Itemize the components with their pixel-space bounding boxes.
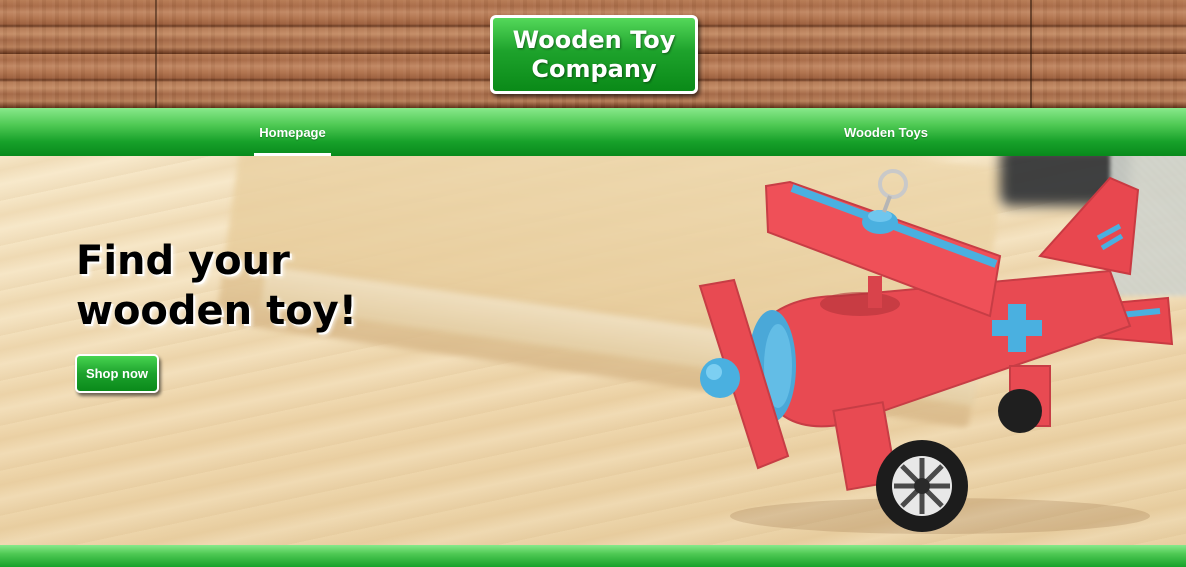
hero-banner: Find your wooden toy! Shop now [0, 156, 1186, 545]
toy-airplane-icon [698, 169, 1174, 534]
logo-line-1: Wooden Toy [512, 25, 676, 54]
site-header: Wooden Toy Company [0, 0, 1186, 108]
shop-now-button[interactable]: Shop now [75, 354, 159, 393]
nav-item-wooden-toys[interactable]: Wooden Toys [836, 108, 936, 156]
logo-line-2: Company [531, 54, 657, 83]
hero-title: Find your wooden toy! [76, 236, 396, 336]
nav-item-homepage[interactable]: Homepage [254, 108, 331, 156]
hero-title-line-1: Find your [76, 238, 290, 284]
hero-title-line-2: wooden toy! [76, 288, 357, 334]
site-logo[interactable]: Wooden Toy Company [490, 15, 698, 94]
footer-bar [0, 545, 1186, 567]
main-nav: Homepage Wooden Toys [0, 108, 1186, 156]
